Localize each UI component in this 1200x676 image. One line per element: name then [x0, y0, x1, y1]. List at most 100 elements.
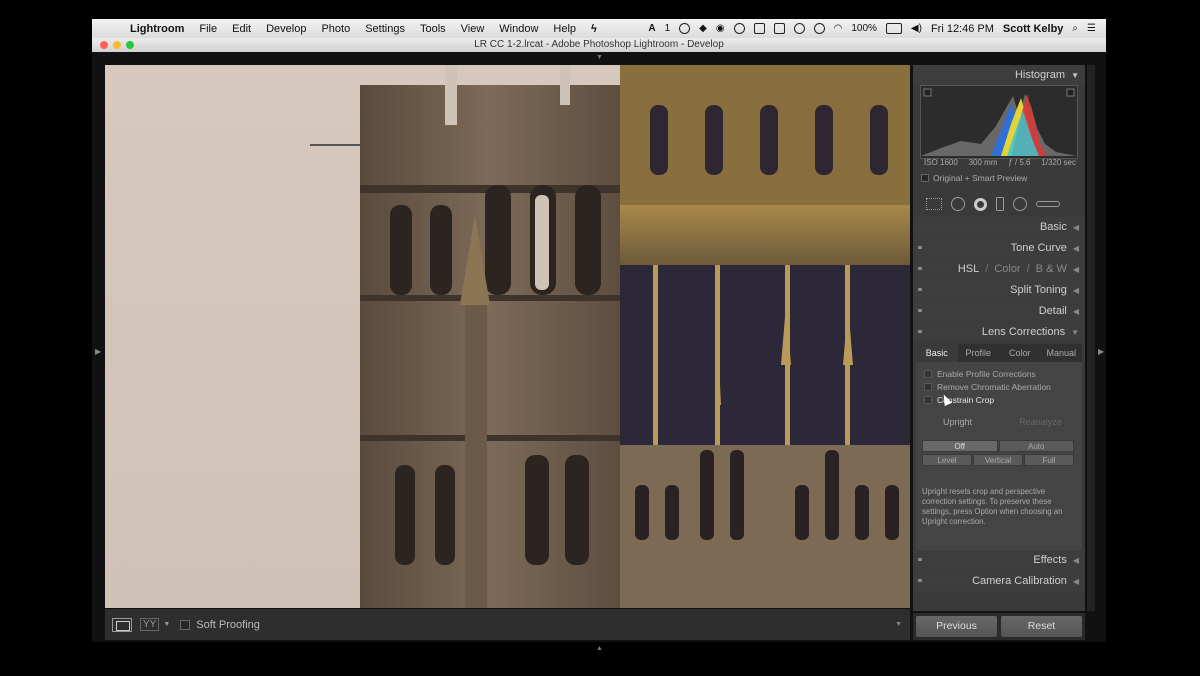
before-after-dropdown-icon[interactable]: ▼ — [163, 621, 170, 628]
previous-button[interactable]: Previous — [916, 616, 997, 637]
text-input-icon[interactable]: A — [648, 23, 655, 34]
constrain-crop-checkbox[interactable] — [924, 396, 932, 404]
panel-switch-icon[interactable] — [918, 246, 922, 249]
menu-view[interactable]: View — [461, 23, 485, 35]
panel-switch-icon[interactable] — [918, 330, 922, 333]
detail-panel-header[interactable]: Detail ◀ — [913, 301, 1085, 321]
display-icon[interactable] — [753, 23, 765, 34]
upright-level-button[interactable]: Level — [922, 454, 972, 466]
user-name[interactable]: Scott Kelby — [1003, 23, 1064, 35]
time-machine-icon[interactable] — [793, 23, 805, 34]
camera-calibration-panel-header[interactable]: Camera Calibration ◀ — [913, 571, 1085, 591]
soft-proofing-checkbox[interactable] — [180, 619, 191, 630]
upright-off-button[interactable]: Off — [922, 440, 998, 452]
adjustment-brush-icon[interactable] — [1036, 201, 1060, 207]
toolbar-menu-icon[interactable]: ▼ — [895, 621, 902, 628]
bottom-panel-toggle-icon[interactable]: ▲ — [596, 645, 603, 652]
hsl-panel-header[interactable]: HSL / Color / B & W ◀ — [913, 259, 1085, 279]
panel-switch-icon[interactable] — [918, 288, 922, 291]
menu-settings[interactable]: Settings — [365, 23, 405, 35]
traffic-lights — [100, 41, 134, 49]
spot-removal-icon[interactable] — [951, 197, 965, 211]
menu-file[interactable]: File — [199, 23, 217, 35]
enable-profile-corrections-option[interactable]: Enable Profile Corrections — [924, 369, 1036, 379]
expand-arrow-icon[interactable]: ◀ — [1073, 307, 1079, 316]
split-toning-panel-header[interactable]: Split Toning ◀ — [913, 280, 1085, 300]
enable-profile-corrections-checkbox[interactable] — [924, 370, 932, 378]
clock[interactable]: Fri 12:46 PM — [931, 23, 994, 35]
expand-arrow-icon[interactable]: ◀ — [1073, 244, 1079, 253]
menu-photo[interactable]: Photo — [321, 23, 350, 35]
tab-color[interactable]: Color — [999, 348, 1041, 358]
menu-edit[interactable]: Edit — [232, 23, 251, 35]
focal-length: 300 mm — [968, 158, 998, 167]
graduated-filter-icon[interactable] — [996, 197, 1004, 211]
battery-icon[interactable] — [885, 23, 902, 34]
expand-arrow-icon[interactable]: ◀ — [1073, 265, 1079, 274]
menu-tools[interactable]: Tools — [420, 23, 446, 35]
tone-curve-panel-header[interactable]: Tone Curve ◀ — [913, 238, 1085, 258]
volume-icon[interactable]: ◀) — [911, 23, 922, 34]
expand-arrow-icon[interactable]: ◀ — [1073, 577, 1079, 586]
upright-help-text: Upright resets crop and perspective corr… — [922, 487, 1063, 526]
panel-switch-icon[interactable] — [918, 579, 922, 582]
menu-develop[interactable]: Develop — [266, 23, 306, 35]
airplay-icon[interactable] — [773, 23, 785, 34]
loupe-view-button[interactable] — [112, 617, 132, 632]
radial-filter-icon[interactable] — [1013, 197, 1027, 211]
photo-canvas[interactable] — [105, 65, 910, 608]
top-panel-toggle-icon[interactable]: ▼ — [596, 54, 603, 61]
effects-panel-header[interactable]: Effects ◀ — [913, 550, 1085, 570]
fullscreen-window-button[interactable] — [126, 41, 134, 49]
dropbox-icon[interactable]: ◆ — [699, 23, 707, 34]
menu-window[interactable]: Window — [499, 23, 538, 35]
aperture-value: ƒ / 5.6 — [1008, 158, 1031, 167]
panel-switch-icon[interactable] — [918, 558, 922, 561]
bluetooth-icon[interactable] — [813, 23, 825, 34]
lightning-icon[interactable]: ϟ — [591, 23, 597, 35]
lens-corrections-panel-header[interactable]: Lens Corrections ▼ — [913, 322, 1085, 342]
wifi-icon[interactable]: ◠ — [834, 23, 843, 34]
evernote-icon[interactable]: ◉ — [716, 23, 725, 34]
collapse-arrow-icon[interactable]: ▼ — [1071, 71, 1079, 80]
tab-manual[interactable]: Manual — [1041, 348, 1083, 358]
minimize-window-button[interactable] — [113, 41, 121, 49]
expand-arrow-icon[interactable]: ◀ — [1073, 556, 1079, 565]
smart-preview-status[interactable]: Original + Smart Preview — [921, 173, 1027, 183]
histogram-header[interactable]: Histogram ▼ — [913, 65, 1085, 85]
remove-chromatic-aberration-option[interactable]: Remove Chromatic Aberration — [924, 382, 1051, 392]
info-icon[interactable] — [679, 23, 691, 34]
remove-chromatic-aberration-checkbox[interactable] — [924, 383, 932, 391]
right-panel-toggle-icon[interactable]: ▶ — [1098, 347, 1104, 356]
left-panel-toggle-icon[interactable]: ▶ — [95, 347, 101, 356]
histogram-graph[interactable] — [920, 85, 1078, 159]
bw-tab[interactable]: B & W — [1036, 263, 1067, 275]
upright-vertical-button[interactable]: Vertical — [973, 454, 1023, 466]
right-panel: Histogram ▼ ISO 1600 300 mm ƒ / 5.6 1/32… — [913, 65, 1085, 611]
panel-switch-icon[interactable] — [918, 309, 922, 312]
spotlight-search-icon[interactable]: ⌕ — [1072, 23, 1078, 34]
upright-full-button[interactable]: Full — [1024, 454, 1074, 466]
before-after-button[interactable]: YY — [140, 618, 160, 631]
sync-icon[interactable] — [733, 23, 745, 34]
menu-help[interactable]: Help — [553, 23, 576, 35]
panel-switch-icon[interactable] — [918, 267, 922, 270]
collapse-arrow-icon[interactable]: ▼ — [1071, 328, 1079, 337]
menu-app[interactable]: Lightroom — [130, 23, 184, 35]
color-tab[interactable]: Color — [994, 263, 1020, 275]
red-eye-icon[interactable] — [974, 197, 987, 211]
constrain-crop-option[interactable]: Constrain Crop — [924, 395, 994, 405]
tab-basic[interactable]: Basic — [916, 344, 958, 362]
reanalyze-button[interactable]: Reanalyze — [999, 417, 1082, 427]
tab-profile[interactable]: Profile — [958, 348, 1000, 358]
close-window-button[interactable] — [100, 41, 108, 49]
expand-arrow-icon[interactable]: ◀ — [1073, 286, 1079, 295]
upright-auto-button[interactable]: Auto — [998, 440, 1074, 452]
hsl-tab[interactable]: HSL — [958, 263, 979, 275]
reset-button[interactable]: Reset — [1001, 616, 1082, 637]
notification-center-icon[interactable]: ☰ — [1087, 23, 1096, 34]
basic-panel-header[interactable]: Basic ◀ — [913, 217, 1085, 237]
expand-arrow-icon[interactable]: ◀ — [1073, 223, 1079, 232]
right-panel-scrollbar[interactable] — [1087, 65, 1095, 611]
crop-overlay-icon[interactable] — [926, 198, 942, 210]
